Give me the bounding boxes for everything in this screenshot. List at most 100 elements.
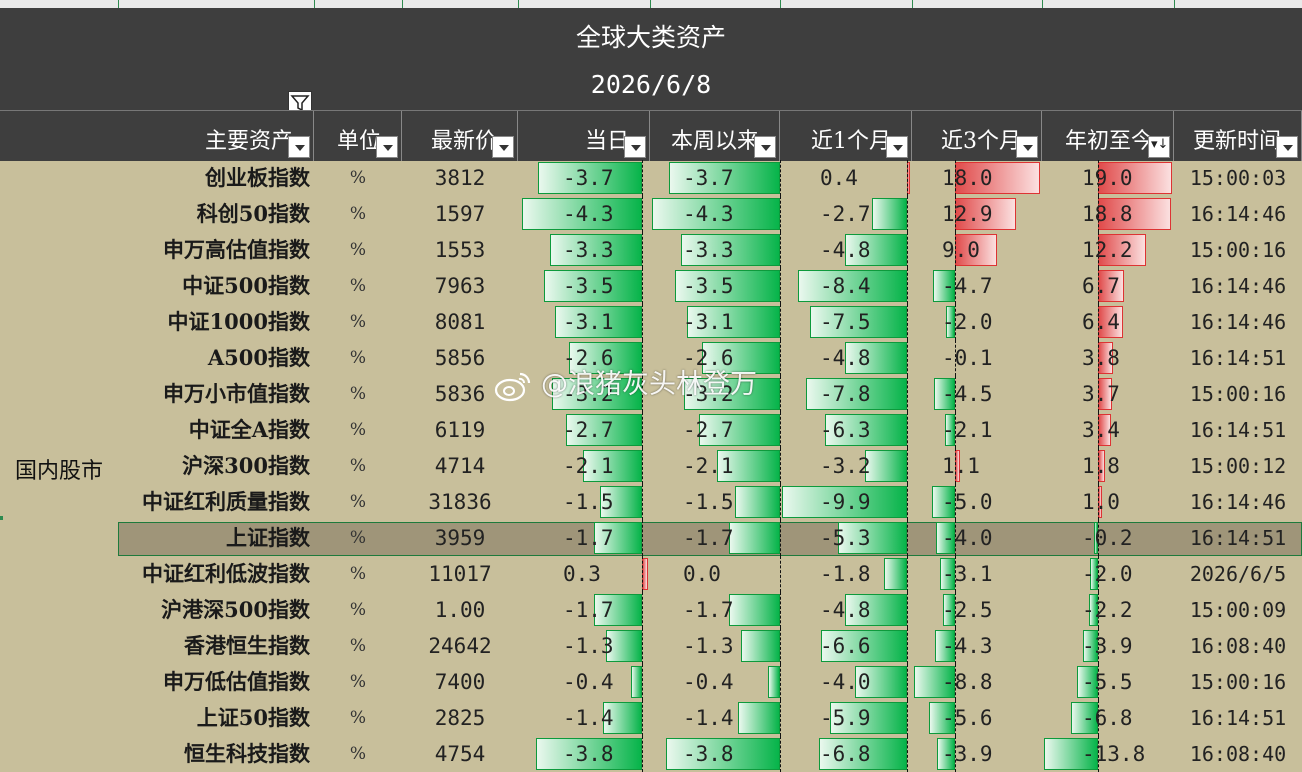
- table-row[interactable]: 沪深300指数% 4714 -2.1 -2.1 -3.2 1.1 1.8 15:00:12: [0, 448, 1302, 484]
- value-ytd: -3.9: [1082, 634, 1133, 658]
- value-d: -1.3: [563, 634, 614, 658]
- header-3m[interactable]: 近3个月: [912, 111, 1042, 161]
- sort-desc-icon: ▾↓: [1151, 137, 1169, 152]
- header-ytd[interactable]: 年初至今 ▾↓: [1042, 111, 1174, 161]
- bar-axis-line: [907, 196, 908, 232]
- value-w: -1.4: [683, 706, 734, 730]
- asset-name: 中证全A指数: [188, 417, 310, 442]
- value-d: -3.3: [563, 238, 614, 262]
- value-m3: -3.1: [942, 562, 993, 586]
- latest-price-cell: 4754: [434, 742, 486, 766]
- table-row[interactable]: 科创50指数% 1597 -4.3 -4.3 -2.7 12.9 18.8 16:14:46: [0, 196, 1302, 232]
- column-divider: [314, 0, 315, 8]
- table-row[interactable]: 申万低估值指数% 7400 -0.4 -0.4 -4.0 -8.8 -5.5 15:00:16: [0, 664, 1302, 700]
- value-m1: -4.8: [820, 238, 871, 262]
- unit-cell: %: [349, 708, 367, 728]
- table-header-row: 主要资产 单位 最新价 当日 本周以来 近1个月 近3个月 年初至今 ▾↓ 更新时间: [0, 110, 1302, 161]
- table-row[interactable]: 申万高估值指数% 1553 -3.3 -3.3 -4.8 9.0 12.2 15:00:16: [0, 232, 1302, 268]
- table-row[interactable]: 中证红利质量指数% 31836 -1.5 -1.5 -9.9 -5.0 1.0 16:14:4…: [0, 484, 1302, 520]
- filter-dropdown-icon[interactable]: [624, 136, 646, 158]
- table-row-selected[interactable]: 上证指数% 3959 -1.7 -1.7 -5.3 -4.0 -0.2 16:14:51: [0, 520, 1302, 556]
- update-time-cell: 16:08:40: [1189, 634, 1287, 658]
- header-latest-price-label: 最新价: [430, 129, 497, 154]
- column-divider: [650, 0, 651, 8]
- bar-axis-line: [907, 484, 908, 520]
- filter-dropdown-icon[interactable]: [1276, 136, 1298, 158]
- header-3m-label: 近3个月: [941, 129, 1021, 154]
- asset-name: 香港恒生指数: [184, 633, 310, 658]
- header-1m-label: 近1个月: [811, 129, 891, 154]
- bar-axis-line: [907, 664, 908, 700]
- update-time-cell: 16:14:46: [1189, 490, 1287, 514]
- filter-dropdown-icon[interactable]: [376, 136, 398, 158]
- header-1m[interactable]: 近1个月: [780, 111, 912, 161]
- table-row[interactable]: 中证红利低波指数% 11017 0.3 0.0 -1.8 -3.1 -2.0 2026/6/5: [0, 556, 1302, 592]
- value-ytd: 3.7: [1082, 382, 1120, 406]
- filter-dropdown-icon[interactable]: [754, 136, 776, 158]
- sheet-date: 2026/6/8: [590, 70, 712, 99]
- update-time-cell: 16:14:51: [1189, 526, 1287, 550]
- update-time-cell: 16:14:51: [1189, 346, 1287, 370]
- table-row[interactable]: 中证500指数% 7963 -3.5 -3.5 -8.4 -4.7 6.7 16:14:46: [0, 268, 1302, 304]
- value-m1: -8.4: [820, 274, 871, 298]
- bar-axis-line: [907, 592, 908, 628]
- value-d: -3.8: [563, 742, 614, 766]
- value-m3: 18.0: [942, 166, 993, 190]
- asset-name: 申万小市值指数: [163, 381, 310, 406]
- value-m3: -4.0: [942, 526, 993, 550]
- bar-axis-line: [907, 376, 908, 412]
- value-w: -3.7: [683, 166, 734, 190]
- latest-price-cell: 1553: [434, 238, 486, 262]
- value-w: -3.8: [683, 742, 734, 766]
- table-row[interactable]: 恒生科技指数% 4754 -3.8 -3.8 -6.8 -3.9 -13.8 16:08:40: [0, 736, 1302, 772]
- watermark: @浪猪灰头林登万: [493, 362, 757, 402]
- bar-axis-line: [907, 412, 908, 448]
- filter-dropdown-icon[interactable]: [886, 136, 908, 158]
- header-main-asset[interactable]: 主要资产: [118, 111, 314, 161]
- value-ytd: 1.8: [1082, 454, 1120, 478]
- data-bar-w: [768, 666, 780, 698]
- value-ytd: 3.8: [1082, 346, 1120, 370]
- watermark-text: @浪猪灰头林登万: [541, 369, 757, 400]
- asset-name: 中证红利质量指数: [142, 489, 310, 514]
- table-row[interactable]: 沪港深500指数% 1.00 -1.7 -1.7 -4.8 -2.5 -2.2 15:00:0…: [0, 592, 1302, 628]
- value-d: -4.3: [563, 202, 614, 226]
- value-d: -1.5: [563, 490, 614, 514]
- bar-axis-line: [780, 448, 781, 484]
- latest-price-cell: 3812: [434, 166, 486, 190]
- bar-axis-line: [780, 700, 781, 736]
- table-row[interactable]: 中证1000指数% 8081 -3.1 -3.1 -7.5 -2.0 6.4 16:14:46: [0, 304, 1302, 340]
- asset-name: 中证1000指数: [167, 309, 310, 334]
- bar-axis-line: [907, 700, 908, 736]
- header-unit[interactable]: 单位: [314, 111, 402, 161]
- header-day[interactable]: 当日: [518, 111, 650, 161]
- value-d: -1.7: [563, 526, 614, 550]
- value-m1: -6.6: [820, 634, 871, 658]
- value-m1: -5.3: [820, 526, 871, 550]
- unit-cell: %: [349, 312, 367, 332]
- table-row[interactable]: 香港恒生指数% 24642 -1.3 -1.3 -6.6 -4.3 -3.9 16:08:40: [0, 628, 1302, 664]
- header-latest-price[interactable]: 最新价: [402, 111, 518, 161]
- filter-dropdown-icon[interactable]: [288, 136, 310, 158]
- value-w: -1.7: [683, 598, 734, 622]
- sheet-title: 全球大类资产: [575, 23, 726, 52]
- table-row[interactable]: 创业板指数% 3812 -3.7 -3.7 0.4 18.0 19.0 15:00:03: [0, 160, 1302, 196]
- table-row[interactable]: 上证50指数% 2825 -1.4 -1.4 -5.9 -5.6 -6.8 16:14:51: [0, 700, 1302, 736]
- value-m3: -0.1: [942, 346, 993, 370]
- filter-dropdown-icon[interactable]: [492, 136, 514, 158]
- sort-filter-dropdown-icon[interactable]: ▾↓: [1148, 136, 1170, 158]
- value-d: -2.7: [563, 418, 614, 442]
- bar-axis-line: [642, 700, 643, 736]
- value-w: 0.0: [683, 562, 721, 586]
- header-week[interactable]: 本周以来: [650, 111, 780, 161]
- data-bar-m1: [871, 198, 907, 230]
- value-ytd: 1.0: [1082, 490, 1120, 514]
- bar-axis-line: [642, 592, 643, 628]
- filter-dropdown-icon[interactable]: [1016, 136, 1038, 158]
- value-m1: -4.8: [820, 598, 871, 622]
- header-update-time[interactable]: 更新时间: [1174, 111, 1302, 161]
- bar-axis-line: [907, 448, 908, 484]
- table-row[interactable]: 中证全A指数% 6119 -2.7 -2.7 -6.3 -2.1 3.4 16:14:51: [0, 412, 1302, 448]
- update-time-cell: 15:00:03: [1189, 166, 1287, 190]
- unit-cell: %: [349, 276, 367, 296]
